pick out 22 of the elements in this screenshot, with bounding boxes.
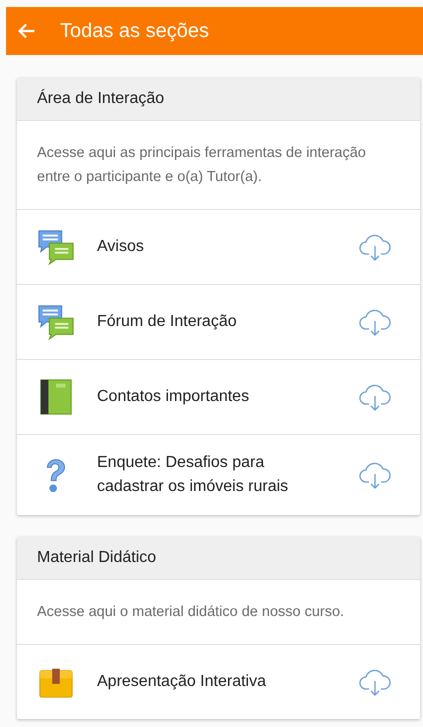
cloud-download-icon[interactable]	[358, 307, 392, 337]
section-title: Área de Interação	[17, 78, 420, 121]
activity-item[interactable]: Contatos importantes	[17, 360, 420, 435]
section-description: Acesse aqui as principais ferramentas de interação entre o participante e o(a) Tutor(a).	[17, 121, 420, 210]
activity-label: Contatos importantes	[97, 387, 250, 407]
activity-item[interactable]: Fórum de Interação	[17, 285, 420, 360]
section-description: Acesse aqui o material didático de nosso curso.	[17, 580, 420, 645]
activity-label: Avisos	[97, 237, 145, 257]
screen-title: Todas as seções	[60, 20, 209, 42]
activity-item[interactable]: Apresentação Interativa	[17, 645, 420, 719]
section-title: Material Didático	[17, 537, 420, 580]
cloud-download-icon[interactable]	[358, 232, 392, 262]
activity-label: Fórum de Interação	[97, 312, 238, 332]
chat-bubbles-icon	[37, 228, 75, 266]
cloud-download-icon[interactable]	[358, 382, 392, 412]
cloud-download-icon[interactable]	[358, 667, 392, 697]
activity-item[interactable]: Enquete: Desafios para cadastrar os imóveis rurais	[17, 435, 420, 515]
activity-label: Apresentação Interativa	[97, 672, 267, 692]
cloud-download-icon[interactable]	[358, 460, 392, 490]
activity-label: Enquete: Desafios para cadastrar os imóveis rurais	[97, 453, 290, 497]
chat-bubbles-icon	[37, 303, 75, 341]
activity-item[interactable]: Avisos	[17, 210, 420, 285]
